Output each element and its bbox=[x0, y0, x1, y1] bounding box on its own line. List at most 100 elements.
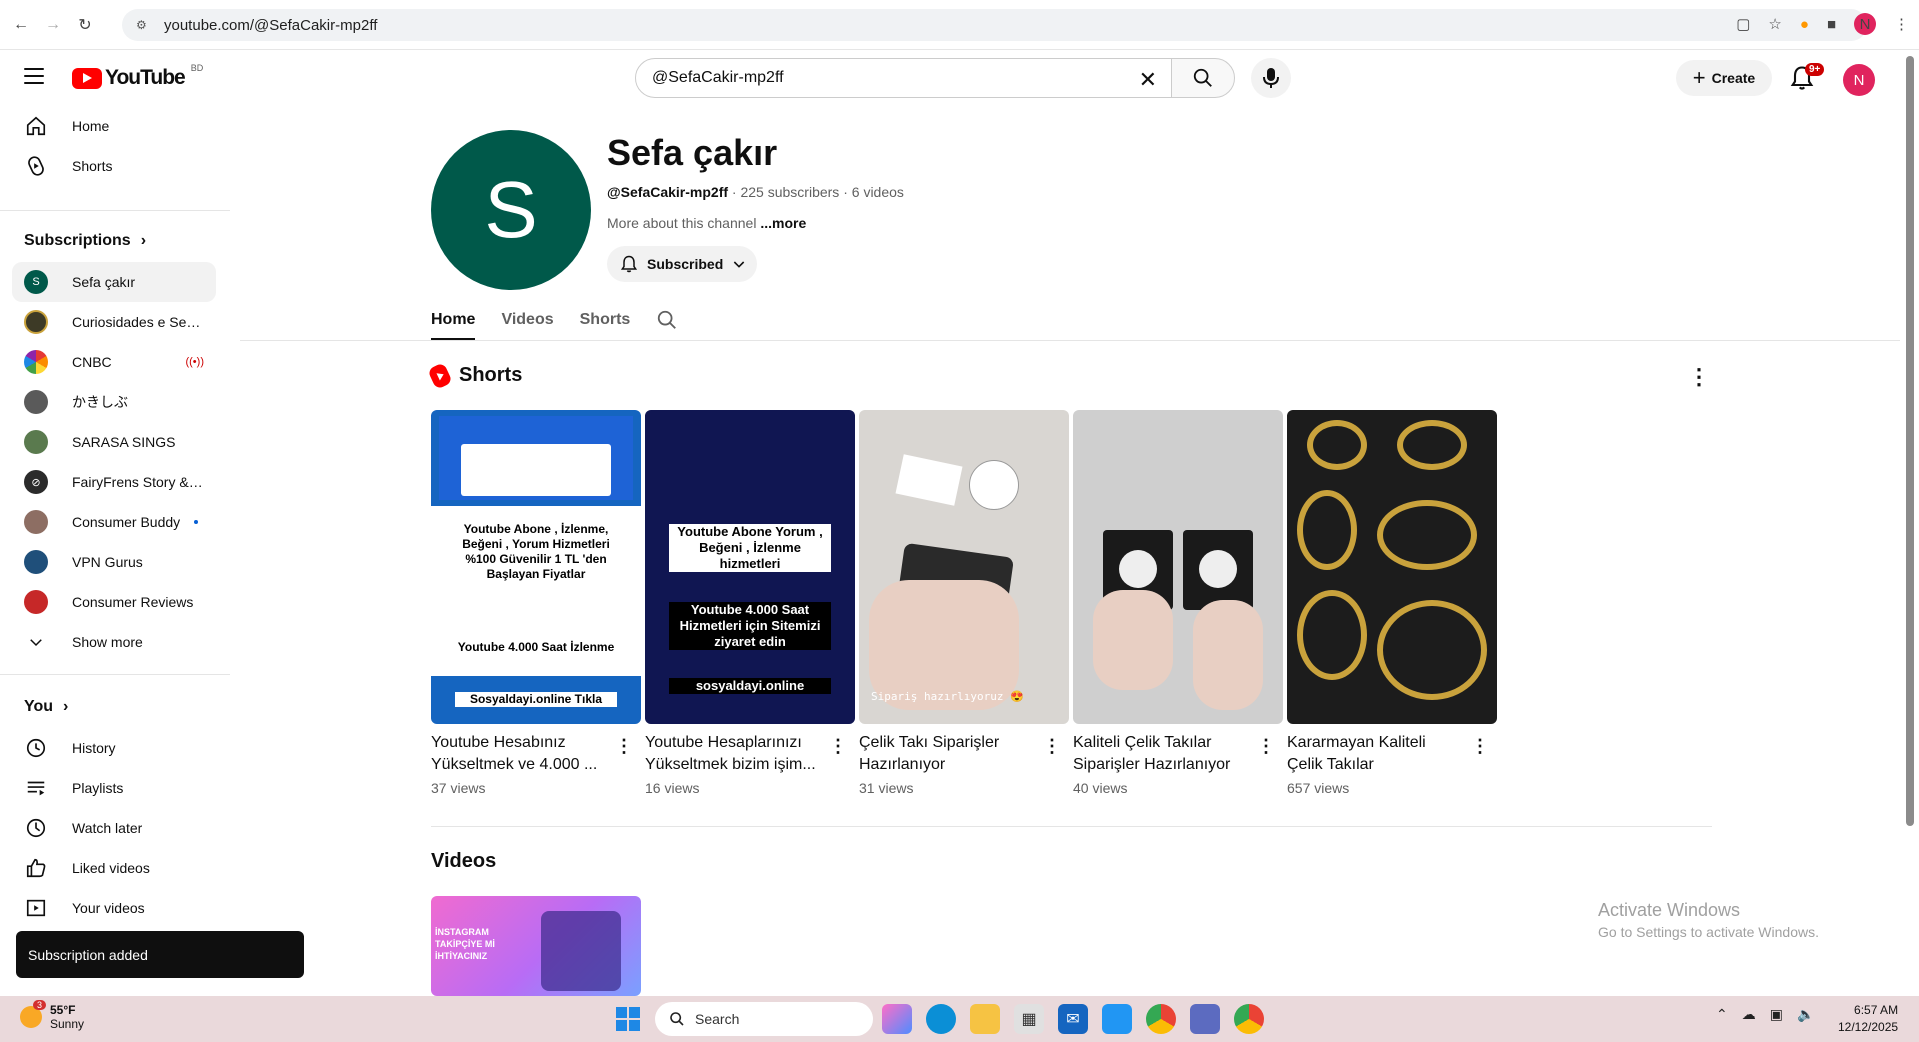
app-icon[interactable] bbox=[1102, 1004, 1132, 1034]
sidebar-item-home[interactable]: Home bbox=[12, 106, 216, 146]
sidebar-item-kakishibu[interactable]: かきしぶ bbox=[12, 382, 216, 422]
outlook-icon[interactable]: ✉ bbox=[1058, 1004, 1088, 1034]
thumbnail-graphic bbox=[1193, 600, 1263, 710]
short-options-icon[interactable]: ⋮ bbox=[1043, 736, 1061, 757]
short-card[interactable]: Sipariş hazırlıyoruz 😍 Çelik Takı Sipari… bbox=[859, 410, 1069, 796]
tab-home[interactable]: Home bbox=[431, 300, 476, 340]
you-heading[interactable]: You › bbox=[24, 698, 68, 716]
short-options-icon[interactable]: ⋮ bbox=[1257, 736, 1275, 757]
section-divider bbox=[431, 826, 1712, 827]
short-card[interactable]: Youtube Abone Yorum , Beğeni , İzlenme h… bbox=[645, 410, 855, 796]
teams-icon[interactable] bbox=[1190, 1004, 1220, 1034]
account-avatar[interactable]: N bbox=[1843, 64, 1875, 96]
create-button[interactable]: + Create bbox=[1676, 60, 1772, 96]
copilot-icon[interactable] bbox=[882, 1004, 912, 1034]
system-tray: ⌃ ☁ ▣ 🔈 bbox=[1716, 1006, 1814, 1023]
short-options-icon[interactable]: ⋮ bbox=[1471, 736, 1489, 757]
sidebar-item-history[interactable]: History bbox=[12, 728, 216, 768]
short-thumbnail[interactable] bbox=[1073, 410, 1283, 724]
sidebar-item-liked-videos[interactable]: Liked videos bbox=[12, 848, 216, 888]
tab-shorts[interactable]: Shorts bbox=[580, 300, 631, 340]
sidebar-item-shorts[interactable]: Shorts bbox=[12, 146, 216, 186]
short-card[interactable]: Kaliteli Çelik Takılar Siparişler Hazırl… bbox=[1073, 410, 1283, 796]
short-options-icon[interactable]: ⋮ bbox=[829, 736, 847, 757]
clock-time: 6:57 AM bbox=[1854, 1003, 1899, 1017]
browser-menu-icon[interactable]: ⋮ bbox=[1894, 15, 1909, 33]
watch-later-icon bbox=[24, 816, 48, 840]
scrollbar-thumb[interactable] bbox=[1906, 56, 1914, 826]
short-title[interactable]: Youtube Hesaplarınızı Yükseltmek bizim i… bbox=[645, 732, 823, 776]
chevron-up-icon[interactable]: ⌃ bbox=[1716, 1006, 1728, 1023]
taskbar-apps: ▦ ✉ bbox=[882, 1004, 1264, 1034]
edge-icon[interactable] bbox=[926, 1004, 956, 1034]
chrome-profile-icon[interactable] bbox=[1234, 1004, 1264, 1034]
bookmark-star-icon[interactable]: ☆ bbox=[1768, 15, 1781, 33]
meta-separator: · bbox=[843, 184, 852, 200]
subscribed-button[interactable]: Subscribed bbox=[607, 246, 757, 282]
reload-icon[interactable]: ↻ bbox=[74, 14, 96, 36]
sidebar-item-your-videos[interactable]: Your videos bbox=[12, 888, 216, 928]
weather-widget[interactable]: 3 55°F Sunny bbox=[20, 1000, 85, 1031]
site-info-icon[interactable]: ⚙ bbox=[136, 18, 150, 32]
sidebar-item-cnbc[interactable]: CNBC ((•)) bbox=[12, 342, 216, 382]
more-link[interactable]: ...more bbox=[760, 215, 806, 231]
sidebar-item-sarasa-sings[interactable]: SARASA SINGS bbox=[12, 422, 216, 462]
extensions-puzzle-icon[interactable]: ■ bbox=[1827, 16, 1836, 33]
sidebar-item-curiosidades[interactable]: Curiosidades e Seg... bbox=[12, 302, 216, 342]
video-count: 6 videos bbox=[851, 184, 904, 200]
network-icon[interactable]: ▣ bbox=[1770, 1006, 1783, 1023]
extension-icon[interactable]: ● bbox=[1800, 16, 1809, 33]
onedrive-cloud-icon[interactable]: ☁ bbox=[1742, 1006, 1756, 1023]
windows-start-icon[interactable] bbox=[616, 1007, 640, 1031]
subscriptions-heading[interactable]: Subscriptions › bbox=[24, 232, 146, 250]
sidebar-item-consumer-buddy[interactable]: Consumer Buddy bbox=[12, 502, 216, 542]
sidebar-item-watch-later[interactable]: Watch later bbox=[12, 808, 216, 848]
sidebar-item-playlists[interactable]: Playlists bbox=[12, 768, 216, 808]
channel-search-icon[interactable] bbox=[656, 300, 680, 340]
short-title[interactable]: Çelik Takı Siparişler Hazırlanıyor bbox=[859, 732, 1037, 776]
channel-tabs: Home Videos Shorts bbox=[431, 300, 680, 340]
browser-profile-avatar[interactable]: N bbox=[1854, 13, 1876, 35]
install-app-icon[interactable]: ▢ bbox=[1736, 15, 1750, 33]
youtube-logo[interactable]: YouTube BD bbox=[72, 63, 203, 90]
divider bbox=[0, 674, 230, 675]
sidebar-item-sefa-cakir[interactable]: S Sefa çakır bbox=[12, 262, 216, 302]
show-more-button[interactable]: Show more bbox=[12, 622, 216, 662]
short-title[interactable]: Kaliteli Çelik Takılar Siparişler Hazırl… bbox=[1073, 732, 1251, 776]
your-videos-icon bbox=[24, 896, 48, 920]
short-thumbnail[interactable] bbox=[1287, 410, 1497, 724]
short-options-icon[interactable]: ⋮ bbox=[615, 736, 633, 757]
weather-condition: Sunny bbox=[50, 1017, 85, 1031]
voice-search-button[interactable] bbox=[1251, 58, 1291, 98]
short-thumbnail[interactable]: Youtube Abone , İzlenme, Beğeni , Yorum … bbox=[431, 410, 641, 724]
short-card[interactable]: Kararmayan Kaliteli Çelik Takılar 657 vi… bbox=[1287, 410, 1497, 796]
sidebar: Home Shorts Subscriptions › S Sefa çakır… bbox=[0, 106, 230, 996]
search-input[interactable]: @SefaCakir-mp2ff ✕ bbox=[635, 58, 1172, 98]
menu-icon[interactable] bbox=[24, 68, 44, 84]
shorts-more-options-icon[interactable]: ⋮ bbox=[1688, 364, 1710, 390]
channel-avatar-large[interactable]: S bbox=[431, 130, 591, 290]
short-thumbnail[interactable]: Sipariş hazırlıyoruz 😍 bbox=[859, 410, 1069, 724]
short-title[interactable]: Youtube Hesabınız Yükseltmek ve 4.000 ..… bbox=[431, 732, 609, 776]
clear-search-icon[interactable]: ✕ bbox=[1139, 67, 1157, 93]
short-card[interactable]: Youtube Abone , İzlenme, Beğeni , Yorum … bbox=[431, 410, 641, 796]
microsoft-store-icon[interactable]: ▦ bbox=[1014, 1004, 1044, 1034]
file-explorer-icon[interactable] bbox=[970, 1004, 1000, 1034]
short-title[interactable]: Kararmayan Kaliteli Çelik Takılar bbox=[1287, 732, 1465, 776]
taskbar-clock[interactable]: 6:57 AM 12/12/2025 bbox=[1838, 1002, 1898, 1036]
search-button[interactable] bbox=[1171, 58, 1235, 98]
sidebar-item-consumer-reviews[interactable]: Consumer Reviews bbox=[12, 582, 216, 622]
short-thumbnail[interactable]: Youtube Abone Yorum , Beğeni , İzlenme h… bbox=[645, 410, 855, 724]
thumbnail-caption: sosyaldayi.online bbox=[669, 678, 831, 694]
volume-icon[interactable]: 🔈 bbox=[1797, 1006, 1814, 1023]
chrome-icon[interactable] bbox=[1146, 1004, 1176, 1034]
sidebar-item-fairyfrens[interactable]: ⊘ FairyFrens Story & ... bbox=[12, 462, 216, 502]
tab-videos[interactable]: Videos bbox=[501, 300, 553, 340]
channel-about[interactable]: More about this channel ...more bbox=[607, 215, 806, 231]
forward-icon[interactable]: → bbox=[42, 14, 64, 36]
video-thumbnail[interactable]: İNSTAGRAM TAKİPÇİYE Mİ İHTİYACINIZ bbox=[431, 896, 641, 996]
sidebar-item-vpn-gurus[interactable]: VPN Gurus bbox=[12, 542, 216, 582]
taskbar-search-box[interactable]: Search bbox=[655, 1002, 873, 1036]
back-icon[interactable]: ← bbox=[10, 14, 32, 36]
address-bar[interactable]: ⚙ youtube.com/@SefaCakir-mp2ff bbox=[122, 9, 1867, 41]
